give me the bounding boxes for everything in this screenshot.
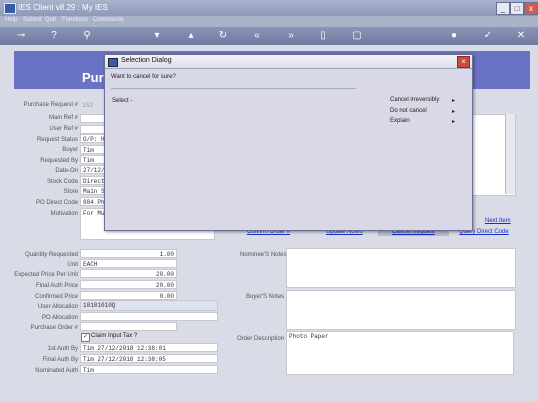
first-auth-field: Tim 27/12/2018 12:38:01	[80, 343, 218, 352]
purchase-order-field[interactable]	[80, 322, 177, 331]
dialog-close-button[interactable]: ×	[457, 56, 470, 68]
select-label: Select -	[112, 98, 133, 104]
field-label: Final Auth By	[42, 357, 78, 363]
menu-functions[interactable]: Functions	[62, 17, 88, 23]
field-label: PO Allocation	[41, 315, 78, 321]
field-label: Stock Code	[46, 179, 78, 185]
check-icon[interactable]: ✓	[481, 29, 495, 43]
field-label: Final Auth Price	[35, 283, 78, 289]
field-label: Date-On	[55, 168, 78, 174]
close-icon[interactable]: ✕	[514, 29, 528, 43]
page-icon[interactable]: ▢	[350, 29, 364, 43]
field-label: Purchase Request #	[23, 102, 78, 108]
field-label: Main Ref #	[48, 115, 78, 121]
next-item-link[interactable]: Next Item	[485, 218, 511, 224]
forward-icon[interactable]: »	[284, 29, 298, 43]
menu-quit[interactable]: Quit	[45, 17, 56, 23]
po-allocation-field[interactable]	[80, 312, 218, 321]
confirmed-price-field[interactable]: 0.00	[80, 291, 177, 300]
claim-input-tax-label: Claim Input Tax ?	[91, 333, 138, 339]
list-scrollbar[interactable]	[505, 114, 515, 194]
quantity-requested-field[interactable]: 1.00	[80, 249, 177, 258]
option-do-not-cancel[interactable]: Do not cancel	[390, 108, 460, 114]
dialog-app-icon	[108, 58, 118, 67]
field-label: Request Status	[36, 137, 78, 143]
field-label: Requested By	[40, 158, 78, 164]
menu-submit[interactable]: Submit	[23, 17, 42, 23]
order-description-field[interactable]: Photo Paper	[286, 331, 514, 375]
down-arrow-icon[interactable]: ▾	[150, 29, 164, 43]
option-cancel-irreversibly[interactable]: Cancel irreversibly	[390, 97, 460, 103]
help-icon[interactable]: ?	[47, 29, 61, 43]
field-label: Nominated Auth	[35, 368, 78, 374]
back-icon[interactable]: «	[250, 29, 264, 43]
nominee-notes-label: Nominee'S Notes	[240, 252, 287, 258]
refresh-icon[interactable]: ↻	[216, 29, 230, 43]
final-auth-field: Tim 27/12/2018 12:38:05	[80, 354, 218, 363]
field-label: Quantity Requested	[24, 252, 78, 258]
buyer-notes-label: Buyer'S Notes	[246, 294, 285, 300]
order-description-label: Order Description	[237, 336, 285, 342]
nominee-notes-field[interactable]	[286, 248, 516, 288]
document-icon[interactable]: ▯	[316, 29, 330, 43]
minimize-button[interactable]: _	[496, 2, 510, 15]
field-label: Motivation	[50, 211, 78, 217]
user-allocation-field[interactable]: 10101010Q	[80, 300, 218, 311]
option-explain[interactable]: Explain	[390, 118, 460, 124]
menu-commands[interactable]: Commands	[93, 17, 124, 23]
nominated-auth-field: Tim	[80, 365, 218, 374]
claim-input-tax-checkbox[interactable]: ✓	[81, 333, 90, 342]
app-icon	[4, 3, 16, 14]
chevron-right-icon: ▸	[452, 119, 456, 125]
expected-price-field[interactable]: 20.00	[80, 269, 177, 278]
save-icon[interactable]: ●	[447, 29, 461, 43]
chevron-right-icon: ▸	[452, 98, 456, 104]
menu-help[interactable]: Help	[5, 17, 17, 23]
field-label: Buyer	[62, 147, 78, 153]
buyer-notes-field[interactable]	[286, 290, 516, 330]
window-title: IES Client v8.29 : My IES	[18, 3, 108, 12]
field-label: Expected Price Per Unit	[14, 272, 78, 278]
dialog-title: Selection Dialog	[121, 57, 172, 64]
field-label: User Allocation	[37, 304, 78, 310]
unit-field[interactable]: EACH	[80, 259, 177, 268]
up-arrow-icon[interactable]: ▴	[184, 29, 198, 43]
search-icon[interactable]: ⚲	[80, 29, 94, 43]
field-label: PO Direct Code	[35, 200, 78, 206]
field-label: Confirmed Price	[34, 294, 78, 300]
field-label: Store	[63, 189, 78, 195]
close-window-button[interactable]: x	[524, 2, 538, 15]
maximize-button[interactable]: □	[510, 2, 524, 15]
field-label: Purchase Order #	[30, 325, 78, 331]
field-label: Unit	[67, 262, 78, 268]
dialog-separator	[111, 88, 356, 89]
final-auth-price-field[interactable]: 20.00	[80, 280, 177, 289]
selection-dialog: Selection Dialog × Want to cancel for su…	[104, 54, 473, 231]
field-label: 1st Auth By	[47, 346, 78, 352]
dialog-question: Want to cancel for sure?	[111, 74, 176, 80]
chevron-right-icon: ▸	[452, 109, 456, 115]
key-icon[interactable]: ⊸	[10, 29, 32, 43]
field-label: User Ref #	[49, 126, 78, 132]
